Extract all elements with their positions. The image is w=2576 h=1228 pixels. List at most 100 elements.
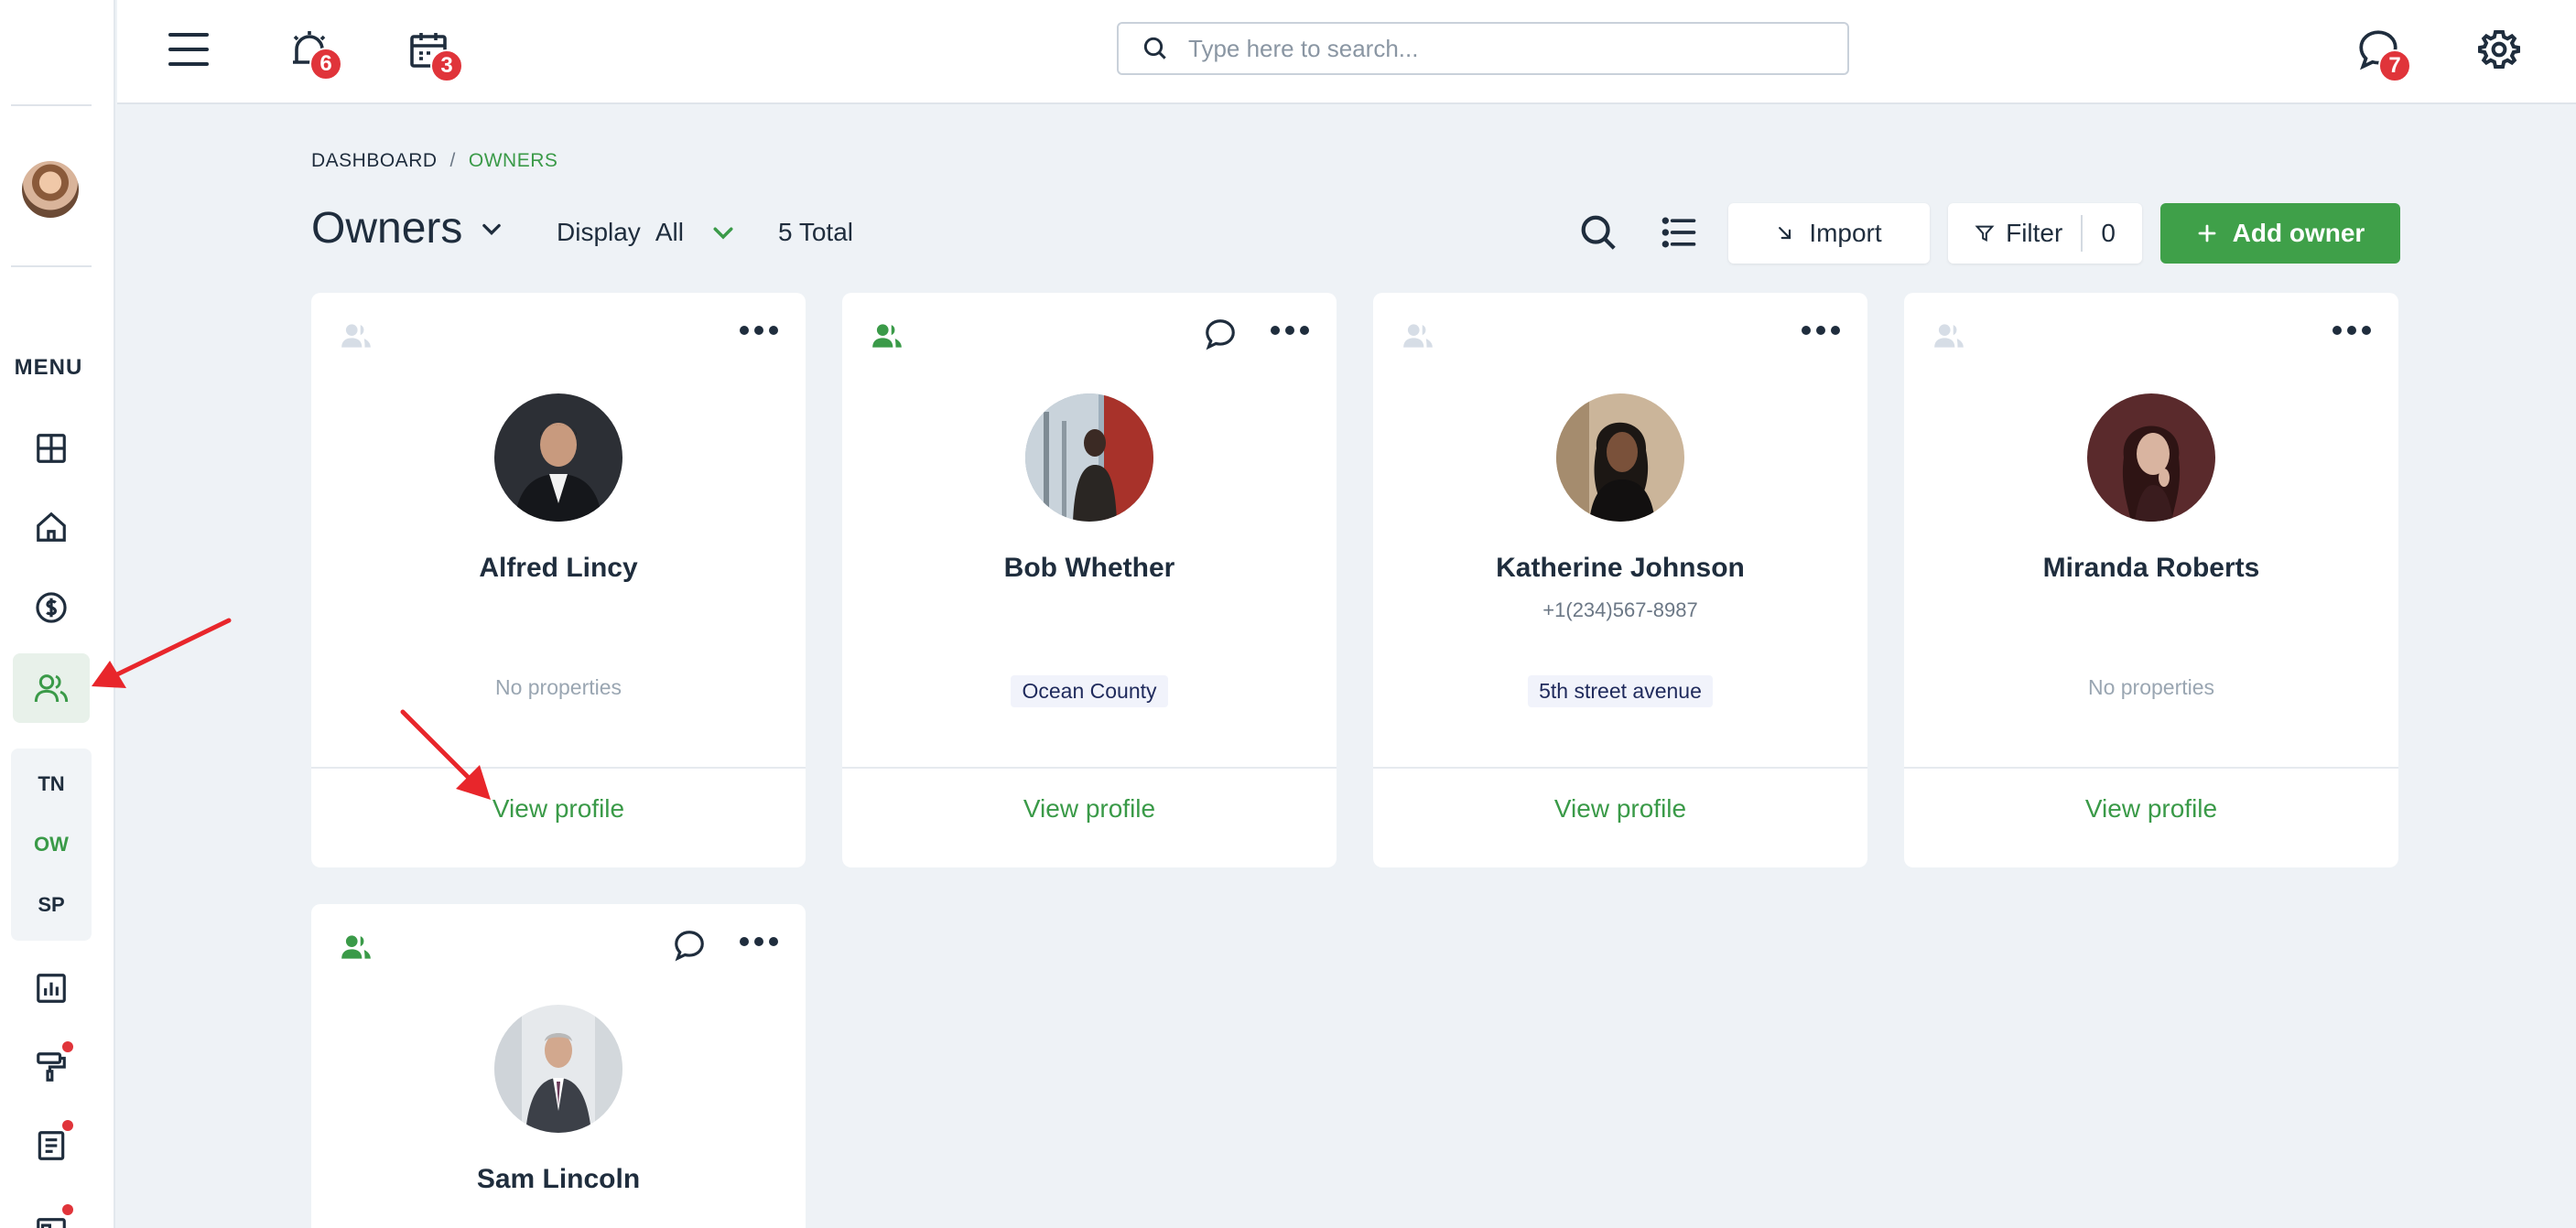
search-icon: [1143, 37, 1166, 59]
layout-icon: [37, 1218, 66, 1228]
display-value: All: [655, 218, 684, 246]
owner-status-icon: [1932, 318, 1966, 358]
sidebar-item-documents[interactable]: [13, 1111, 90, 1180]
owner-properties: No properties: [494, 675, 622, 699]
add-owner-label: Add owner: [2232, 219, 2365, 247]
filter-label: Filter: [2006, 219, 2063, 247]
property-tag[interactable]: 5th street avenue: [1528, 675, 1713, 707]
view-profile-link[interactable]: View profile: [1904, 794, 2398, 824]
submenu-item-ow[interactable]: OW: [11, 833, 92, 856]
sidebar-item-owners[interactable]: [13, 653, 90, 723]
more-options-icon[interactable]: [2332, 326, 2371, 335]
chevron-down-icon: [482, 223, 502, 235]
property-tag[interactable]: Ocean County: [1011, 675, 1168, 707]
top-bar: 6 3 7: [117, 0, 2576, 104]
filter-count: 0: [2101, 219, 2116, 247]
submenu-item-tn[interactable]: TN: [11, 772, 92, 796]
import-button[interactable]: Import: [1728, 203, 1930, 264]
owner-name: Katherine Johnson: [1496, 553, 1745, 583]
owner-card: Alfred Lincy No properties View profile: [311, 293, 806, 867]
search-input[interactable]: [1188, 34, 1829, 63]
sidebar-item-finance[interactable]: [13, 573, 90, 642]
notification-dot: [62, 1120, 73, 1131]
owner-status-icon: [339, 930, 373, 969]
breadcrumb-owners: OWNERS: [468, 150, 558, 171]
messages-badge: 7: [2378, 49, 2411, 82]
filter-button[interactable]: Filter 0: [1948, 203, 2142, 264]
message-icon[interactable]: [672, 928, 707, 967]
owner-properties: No properties: [2087, 675, 2215, 699]
owner-photo: [1556, 393, 1684, 522]
page-title-dropdown[interactable]: Owners: [311, 203, 504, 253]
owner-card: Bob Whether Ocean County View profile: [842, 293, 1337, 867]
document-icon: [38, 1131, 65, 1160]
alerts-button[interactable]: 6: [282, 22, 342, 81]
plus-icon: [2198, 224, 2216, 242]
breadcrumb-separator: /: [449, 150, 456, 171]
owner-phone: +1(234)567-8987: [1542, 598, 1698, 621]
owner-photo: [1025, 393, 1153, 522]
sidebar-item-more[interactable]: [13, 1188, 90, 1228]
owner-card: Katherine Johnson +1(234)567-8987 5th st…: [1373, 293, 1867, 867]
calendar-badge: 3: [430, 49, 463, 82]
owner-photo: [494, 393, 622, 522]
owners-submenu: TN OW SP: [11, 749, 92, 941]
gear-icon: [2478, 30, 2520, 69]
display-filter[interactable]: Display All: [557, 218, 737, 247]
owner-name: Sam Lincoln: [476, 1164, 641, 1194]
view-profile-link[interactable]: View profile: [1373, 794, 1867, 824]
view-profile-link[interactable]: View profile: [842, 794, 1337, 824]
sidebar-divider: [11, 104, 92, 106]
owner-photo: [494, 1005, 622, 1133]
chevron-down-icon: [713, 227, 733, 240]
owner-name: Alfred Lincy: [479, 553, 638, 583]
chart-icon: [37, 974, 66, 1003]
view-profile-link[interactable]: View profile: [311, 794, 806, 824]
sidebar-item-dashboard[interactable]: [13, 414, 90, 483]
owner-status-icon: [339, 318, 373, 358]
page-title: Owners: [311, 204, 463, 253]
owner-status-icon: [1401, 318, 1435, 358]
card-divider: [1373, 767, 1867, 769]
settings-button[interactable]: [2472, 22, 2527, 77]
home-icon: [37, 512, 66, 542]
sidebar-item-home[interactable]: [13, 492, 90, 562]
hamburger-icon: [168, 33, 209, 66]
total-count: 5 Total: [778, 218, 853, 246]
alerts-badge: 6: [309, 48, 342, 81]
add-owner-button[interactable]: Add owner: [2160, 203, 2400, 264]
user-avatar[interactable]: [20, 159, 81, 220]
dashboard-grid-icon: [37, 434, 66, 463]
owner-photo: [2087, 393, 2215, 522]
paint-roller-icon: [37, 1052, 66, 1082]
search-icon: [1581, 215, 1616, 250]
more-options-icon[interactable]: [1802, 326, 1840, 335]
more-options-icon[interactable]: [740, 937, 778, 946]
list-icon: [1661, 217, 1696, 248]
filter-divider: [2081, 215, 2084, 252]
breadcrumb-dashboard[interactable]: DASHBOARD: [311, 150, 438, 171]
owner-status-icon: [870, 318, 904, 358]
search-toggle-button[interactable]: [1573, 207, 1624, 258]
hamburger-menu-button[interactable]: [161, 24, 216, 75]
filter-funnel-icon: [1975, 225, 1995, 242]
owner-name: Bob Whether: [1003, 553, 1175, 583]
import-label: Import: [1809, 219, 1882, 247]
dollar-icon: [36, 592, 67, 623]
list-view-button[interactable]: [1653, 207, 1705, 258]
more-options-icon[interactable]: [1271, 326, 1309, 335]
owner-properties: Ocean County: [842, 675, 1337, 707]
messages-button[interactable]: 7: [2351, 22, 2411, 82]
sidebar: MENU TN OW SP: [0, 0, 115, 1228]
owner-card: Sam Lincoln: [311, 904, 806, 1228]
sidebar-item-reports[interactable]: [13, 953, 90, 1023]
more-options-icon[interactable]: [740, 326, 778, 335]
sidebar-item-maintenance[interactable]: [13, 1032, 90, 1102]
owner-name: Miranda Roberts: [2042, 553, 2260, 583]
card-divider: [842, 767, 1337, 769]
message-icon[interactable]: [1203, 317, 1238, 356]
submenu-item-sp[interactable]: SP: [11, 893, 92, 917]
calendar-button[interactable]: 3: [401, 22, 463, 82]
card-divider: [311, 767, 806, 769]
notification-dot: [62, 1204, 73, 1215]
